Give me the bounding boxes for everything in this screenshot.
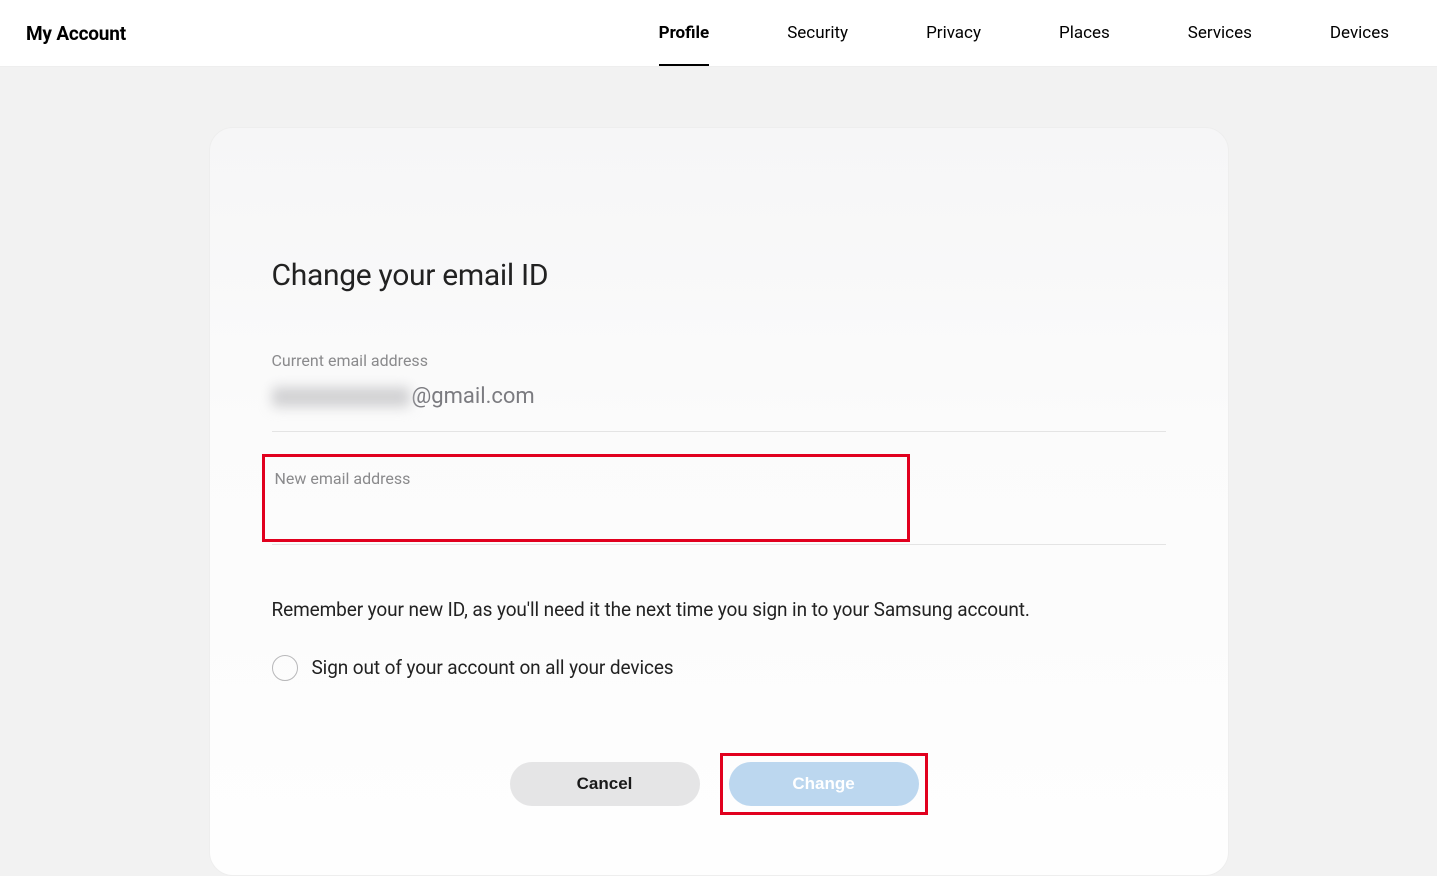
helper-text: Remember your new ID, as you'll need it … [272, 598, 1166, 621]
new-email-input[interactable] [275, 488, 897, 527]
nav-tab-places[interactable]: Places [1059, 0, 1110, 66]
cancel-button[interactable]: Cancel [510, 762, 700, 806]
change-email-card: Change your email ID Current email addre… [209, 127, 1229, 876]
new-email-label: New email address [275, 469, 897, 488]
nav-tab-devices[interactable]: Devices [1330, 0, 1389, 66]
change-button[interactable]: Change [729, 762, 919, 806]
nav-tab-security[interactable]: Security [787, 0, 848, 66]
new-email-highlight-box: New email address [262, 454, 910, 542]
nav-tab-services[interactable]: Services [1188, 0, 1252, 66]
current-email-local-redacted [272, 387, 410, 407]
content-area: Change your email ID Current email addre… [0, 67, 1437, 876]
signout-checkbox-label: Sign out of your account on all your dev… [312, 656, 674, 679]
page-heading: Change your email ID [272, 258, 1166, 293]
current-email-label: Current email address [272, 351, 1166, 370]
nav-tab-profile[interactable]: Profile [659, 0, 710, 66]
site-title: My Account [26, 22, 126, 45]
new-email-underline [272, 544, 1166, 545]
signout-checkbox[interactable] [272, 655, 298, 681]
current-email-field: Current email address @gmail.com [272, 351, 1166, 432]
current-email-domain: @gmail.com [412, 384, 535, 409]
primary-nav: Profile Security Privacy Places Services… [659, 0, 1411, 66]
signout-checkbox-row: Sign out of your account on all your dev… [272, 655, 1166, 681]
change-button-highlight-box: Change [720, 753, 928, 815]
nav-tab-privacy[interactable]: Privacy [926, 0, 981, 66]
action-button-row: Cancel Change [272, 753, 1166, 815]
new-email-section: New email address [272, 454, 1166, 542]
current-email-value: @gmail.com [272, 384, 535, 409]
top-header: My Account Profile Security Privacy Plac… [0, 0, 1437, 67]
